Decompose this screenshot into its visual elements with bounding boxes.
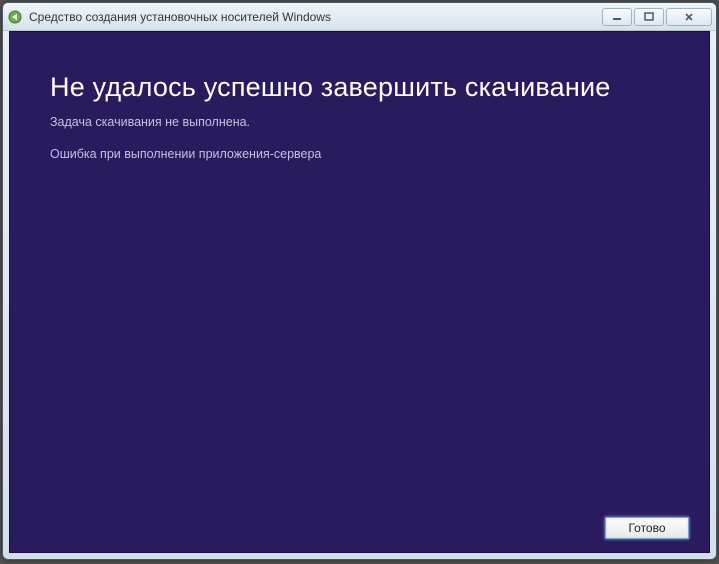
content-body: Не удалось успешно завершить скачивание … [10,32,709,504]
app-icon [7,9,23,25]
status-text: Задача скачивания не выполнена. [50,115,669,129]
content-frame: Не удалось успешно завершить скачивание … [9,31,710,553]
app-window: Средство создания установочных носителей… [2,2,717,560]
minimize-button[interactable] [602,8,632,26]
window-title: Средство создания установочных носителей… [29,10,602,24]
page-heading: Не удалось успешно завершить скачивание [50,72,669,103]
window-controls [602,8,712,26]
titlebar: Средство создания установочных носителей… [3,3,716,31]
done-button[interactable]: Готово [605,517,689,539]
maximize-button[interactable] [634,8,664,26]
dialog-footer: Готово [10,504,709,552]
close-button[interactable] [666,8,712,26]
error-text: Ошибка при выполнении приложения-сервера [50,147,669,161]
